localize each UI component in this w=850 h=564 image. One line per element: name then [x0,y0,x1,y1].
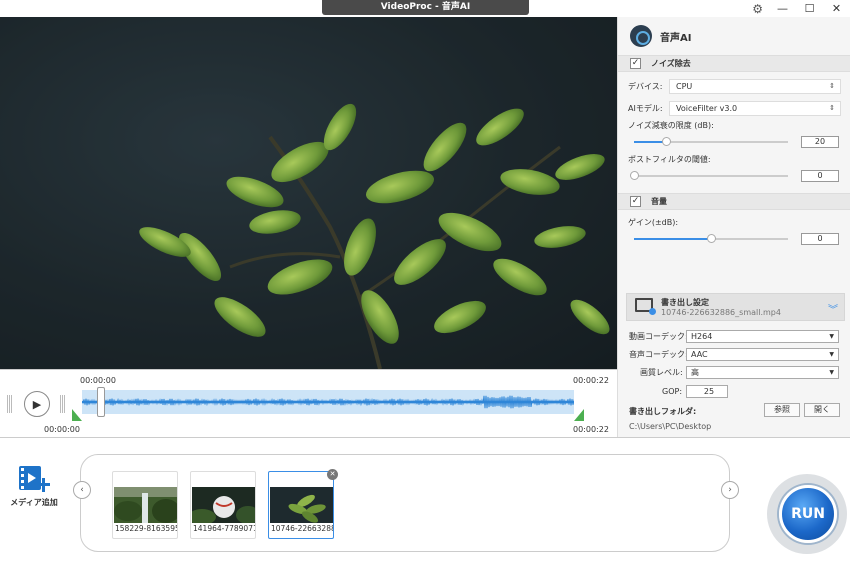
right-grip-handle[interactable] [60,395,65,413]
play-button[interactable]: ▶ [24,391,50,417]
panel-title: 音声AI [660,32,692,44]
quality-label: 画質レベル: [640,368,683,377]
chevron-down-icon[interactable]: ︾ [828,301,838,316]
trim-start-marker[interactable] [72,409,82,421]
noise-limit-slider-row: 20 [618,133,850,151]
postfilter-label: ポストフィルタの閾値: [628,155,711,164]
noise-limit-knob[interactable] [662,137,671,146]
gop-input[interactable]: 25 [686,385,728,398]
time-end-top: 00:00:22 [573,376,609,385]
trim-start-time: 00:00:00 [44,425,80,434]
thumbnail-item[interactable]: 141964-778907134 [190,471,256,539]
trim-end-marker[interactable] [574,409,584,421]
postfilter-input[interactable]: 0 [801,170,839,182]
volume-checkbox[interactable]: ✓ [630,196,641,207]
gop-label: GOP: [662,387,683,396]
thumbnail-item-selected[interactable]: 10746-226632886 [268,471,334,539]
quality-select[interactable]: 高 ▼ [686,366,839,379]
thumbnail-item[interactable]: 158229-816359599 [112,471,178,539]
next-arrow-icon[interactable]: › [721,481,739,499]
export-settings-header[interactable]: 書き出し設定 10746-226632886_small.mp4 ︾ [626,293,845,321]
audio-codec-label: 音声コーデック: [629,350,688,359]
panel-header: 音声AI [618,17,850,55]
timeline: ▶ 00:00:00 00:00:22 00:00:00 00:00:22 [0,369,617,437]
model-row: AIモデル: VoiceFilter v3.0 ⇕ [618,97,850,119]
updown-icon: ⇕ [829,81,835,90]
output-folder-path: C:\Users\PC\Desktop [629,422,712,431]
gain-input[interactable]: 0 [801,233,839,245]
video-codec-label: 動画コーデック: [629,332,688,341]
volume-label: 音量 [651,197,667,206]
video-codec-select[interactable]: H264 ▼ [686,330,839,343]
run-button[interactable]: RUN [779,485,837,543]
postfilter-knob[interactable] [630,171,639,180]
close-button[interactable]: ✕ [823,0,850,17]
waveform [82,395,574,409]
prev-arrow-icon[interactable]: ‹ [73,481,91,499]
noise-removal-section: ✓ ノイズ除去 [618,55,850,72]
dropdown-arrow-icon: ▼ [829,369,834,376]
audio-ai-panel: 音声AI ✓ ノイズ除去 デバイス: CPU ⇕ AIモデル: VoiceFil… [617,17,850,437]
trim-end-time: 00:00:22 [573,425,609,434]
gear-icon[interactable]: ⚙ [752,2,763,16]
volume-section: ✓ 音量 [618,193,850,210]
device-row: デバイス: CPU ⇕ [618,75,850,97]
time-start-top: 00:00:00 [80,376,116,385]
add-media-icon [17,464,51,494]
gain-label: ゲイン(±dB): [628,218,679,227]
postfilter-slider-row: 0 [618,167,850,185]
open-folder-button[interactable]: 開く [804,403,840,417]
dropdown-arrow-icon: ▼ [829,333,834,340]
left-grip-handle[interactable] [7,395,12,413]
model-label: AIモデル: [628,103,663,113]
play-icon: ▶ [32,397,42,411]
noise-removal-checkbox[interactable]: ✓ [630,58,641,69]
audio-ai-icon [630,25,652,47]
thumbnail-name: 10746-226632886 [271,524,333,533]
export-settings-title: 書き出し設定 [661,298,709,307]
model-select[interactable]: VoiceFilter v3.0 ⇕ [669,100,841,116]
title-bar: VideoProc - 音声AI ⚙ — ☐ ✕ [0,0,850,17]
gain-knob[interactable] [707,234,716,243]
ball-thumbnail [192,487,255,523]
plant-thumbnail [270,487,333,523]
maximize-button[interactable]: ☐ [796,0,823,17]
noise-limit-input[interactable]: 20 [801,136,839,148]
remove-thumbnail-icon[interactable]: ✕ [327,469,338,480]
minimize-button[interactable]: — [769,0,796,17]
output-folder-label: 書き出しフォルダ: [629,407,697,416]
updown-icon: ⇕ [829,103,835,112]
plant-image [0,17,617,369]
dropdown-arrow-icon: ▼ [829,351,834,358]
waterfall-thumbnail [114,487,177,523]
monitor-settings-icon [635,298,656,315]
window-title: VideoProc - 音声AI [322,0,529,15]
device-select[interactable]: CPU ⇕ [669,78,841,94]
export-filename: 10746-226632886_small.mp4 [661,308,781,317]
thumbnail-name: 158229-816359599 [115,524,177,533]
audio-track[interactable] [82,390,574,414]
media-bar: メディア追加 ‹ › 158229-816359599 141964-77890… [0,437,850,564]
noise-limit-label: ノイズ減衰の限度 (dB): [628,121,714,130]
gain-fill [634,238,711,240]
audio-codec-select[interactable]: AAC ▼ [686,348,839,361]
noise-removal-label: ノイズ除去 [651,59,691,68]
postfilter-track[interactable] [634,175,788,177]
window-controls: ⚙ — ☐ ✕ [752,0,850,17]
device-label: デバイス: [628,81,663,91]
browse-button[interactable]: 参照 [764,403,800,417]
add-media-button[interactable]: メディア追加 [10,464,58,508]
playhead[interactable] [97,387,105,417]
add-media-label: メディア追加 [10,498,58,507]
thumbnail-name: 141964-778907134 [193,524,255,533]
gain-slider-row: 0 [618,230,850,248]
video-preview [0,17,617,369]
